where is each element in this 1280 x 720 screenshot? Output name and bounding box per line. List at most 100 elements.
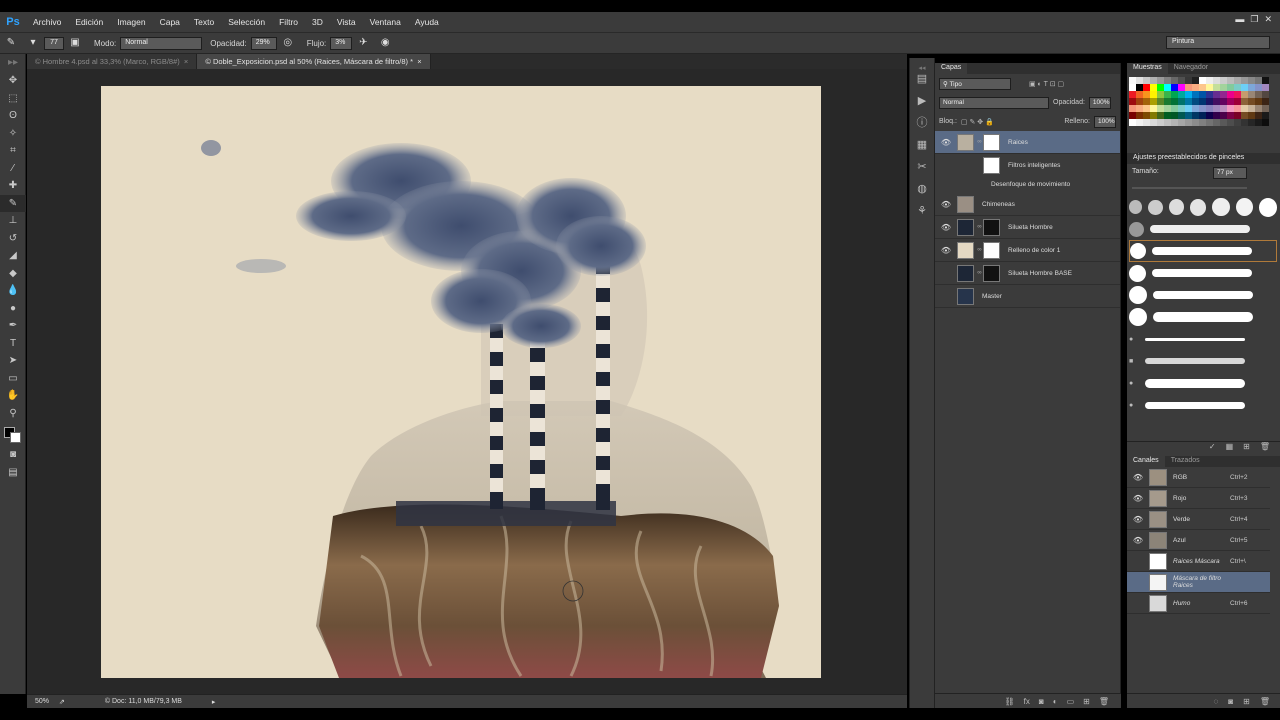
swatch[interactable] — [1220, 112, 1227, 119]
swatch[interactable] — [1185, 105, 1192, 112]
swatch[interactable] — [1164, 84, 1171, 91]
swatch[interactable] — [1171, 98, 1178, 105]
export-icon[interactable]: ⇗ — [59, 698, 65, 706]
swatch[interactable] — [1192, 98, 1199, 105]
swatch[interactable] — [1192, 105, 1199, 112]
layer-row[interactable]: 👁 ∞ Silueta Hombre — [935, 216, 1120, 239]
swatch[interactable] — [1178, 98, 1185, 105]
swatch[interactable] — [1164, 119, 1171, 126]
load-selection-icon[interactable]: ◌ — [1214, 697, 1219, 706]
swatch[interactable] — [1136, 77, 1143, 84]
layer-row[interactable]: 👁 Chimeneas — [935, 193, 1120, 216]
swatch[interactable] — [1241, 91, 1248, 98]
layer-mask-thumbnail[interactable] — [983, 218, 1000, 236]
swatch[interactable] — [1143, 77, 1150, 84]
channel-row[interactable]: 👁 RGB Ctrl+2 — [1127, 467, 1270, 488]
swatch[interactable] — [1227, 112, 1234, 119]
swatch[interactable] — [1255, 98, 1262, 105]
swatch[interactable] — [1248, 98, 1255, 105]
swatch[interactable] — [1199, 105, 1206, 112]
pressure-size-icon[interactable]: ◉ — [378, 36, 392, 50]
menu-item-archivo[interactable]: Archivo — [26, 17, 68, 27]
swatch[interactable] — [1185, 77, 1192, 84]
swatch[interactable] — [1234, 105, 1241, 112]
swatch[interactable] — [1213, 77, 1220, 84]
swatch[interactable] — [1143, 119, 1150, 126]
menu-item-texto[interactable]: Texto — [187, 17, 221, 27]
swatch[interactable] — [1206, 119, 1213, 126]
smart-filters-row[interactable]: Filtros inteligentes — [935, 154, 1120, 176]
swatch[interactable] — [1185, 119, 1192, 126]
paths-icon[interactable]: ◍ — [910, 178, 934, 200]
swatch[interactable] — [1220, 119, 1227, 126]
eye-icon[interactable]: 👁 — [935, 138, 957, 147]
document-canvas[interactable] — [101, 86, 821, 678]
swatch[interactable] — [1143, 112, 1150, 119]
shape-tool-icon[interactable]: ▭ — [0, 370, 26, 388]
swatch[interactable] — [1255, 105, 1262, 112]
brush-size-field[interactable]: 77 — [44, 36, 64, 50]
eye-icon[interactable]: 👁 — [935, 292, 957, 301]
swatch[interactable] — [1241, 119, 1248, 126]
layer-mask-thumbnail[interactable] — [983, 264, 1000, 282]
zoom-tool-icon[interactable]: ⚲ — [0, 405, 26, 423]
channel-row[interactable]: 👁 Verde Ctrl+4 — [1127, 509, 1270, 530]
swatch[interactable] — [1234, 91, 1241, 98]
chevron-down-icon[interactable]: ▾ — [26, 36, 40, 50]
status-arrow-icon[interactable]: ▸ — [212, 698, 216, 706]
tab-navegador[interactable]: Navegador — [1168, 63, 1214, 74]
swatch[interactable] — [1129, 105, 1136, 112]
menu-item-filtro[interactable]: Filtro — [272, 17, 305, 27]
swatch[interactable] — [1171, 91, 1178, 98]
swatch[interactable] — [1199, 91, 1206, 98]
filter-icons[interactable]: ▣ ◐ T ⊡ ▢ — [1029, 80, 1064, 88]
swatch[interactable] — [1129, 77, 1136, 84]
tab-doble-exposicion[interactable]: © Doble_Exposicion.psd al 50% (Raices, M… — [197, 54, 431, 69]
eye-icon[interactable]: 👁 — [1127, 515, 1149, 524]
eye-icon[interactable]: 👁 — [935, 200, 957, 209]
layer-row[interactable]: 👁 ∞ Relleno de color 1 — [935, 239, 1120, 262]
layer-row[interactable]: 👁 Master — [935, 285, 1120, 308]
swatch[interactable] — [1157, 105, 1164, 112]
tab-canales[interactable]: Canales — [1127, 456, 1165, 467]
swatch[interactable] — [1136, 119, 1143, 126]
channel-row[interactable]: 👁 Azul Ctrl+5 — [1127, 530, 1270, 551]
swatch[interactable] — [1150, 98, 1157, 105]
swatch[interactable] — [1241, 84, 1248, 91]
screen-mode-icon[interactable]: ▤ — [0, 464, 26, 482]
crop-tool-icon[interactable]: ⌗ — [0, 142, 26, 160]
restore-icon[interactable]: ❐ — [1250, 14, 1258, 25]
chain-link-icon[interactable]: ∞ — [976, 247, 983, 253]
eye-icon[interactable]: 👁 — [935, 269, 957, 278]
swatch[interactable] — [1164, 98, 1171, 105]
swatch[interactable] — [1213, 119, 1220, 126]
mask-icon[interactable]: ◙ — [1039, 697, 1044, 706]
delete-channel-icon[interactable]: 🗑 — [1260, 697, 1270, 706]
swatch[interactable] — [1234, 112, 1241, 119]
fx-icon[interactable]: fx — [1024, 697, 1030, 706]
new-layer-icon[interactable]: ⊞ — [1083, 697, 1090, 706]
swatch[interactable] — [1136, 105, 1143, 112]
swatch[interactable] — [1164, 105, 1171, 112]
channel-row[interactable]: 👁 Rojo Ctrl+3 — [1127, 488, 1270, 509]
swatch[interactable] — [1248, 77, 1255, 84]
flow-field[interactable]: 3% — [330, 36, 353, 50]
actions-icon[interactable]: ▶ — [910, 90, 934, 112]
swatch[interactable] — [1178, 91, 1185, 98]
move-tool-icon[interactable]: ✥ — [0, 72, 26, 90]
swatch[interactable] — [1227, 91, 1234, 98]
swatch[interactable] — [1192, 112, 1199, 119]
minimize-icon[interactable]: ▬ — [1235, 14, 1244, 25]
blend-mode-select[interactable]: Normal — [939, 96, 1049, 109]
swatch[interactable] — [1262, 77, 1269, 84]
layer-filter-select[interactable]: ⚲ Tipo — [939, 77, 1011, 90]
blur-tool-icon[interactable]: 💧 — [0, 282, 26, 300]
dodge-tool-icon[interactable]: ● — [0, 300, 26, 318]
swatch[interactable] — [1136, 112, 1143, 119]
layer-mask-thumbnail[interactable] — [983, 241, 1000, 259]
swatch[interactable] — [1241, 98, 1248, 105]
smart-filter-item[interactable]: Desenfoque de movimiento — [935, 176, 1120, 193]
mode-select[interactable]: Normal — [120, 36, 203, 50]
swatch[interactable] — [1227, 105, 1234, 112]
swatch[interactable] — [1171, 77, 1178, 84]
